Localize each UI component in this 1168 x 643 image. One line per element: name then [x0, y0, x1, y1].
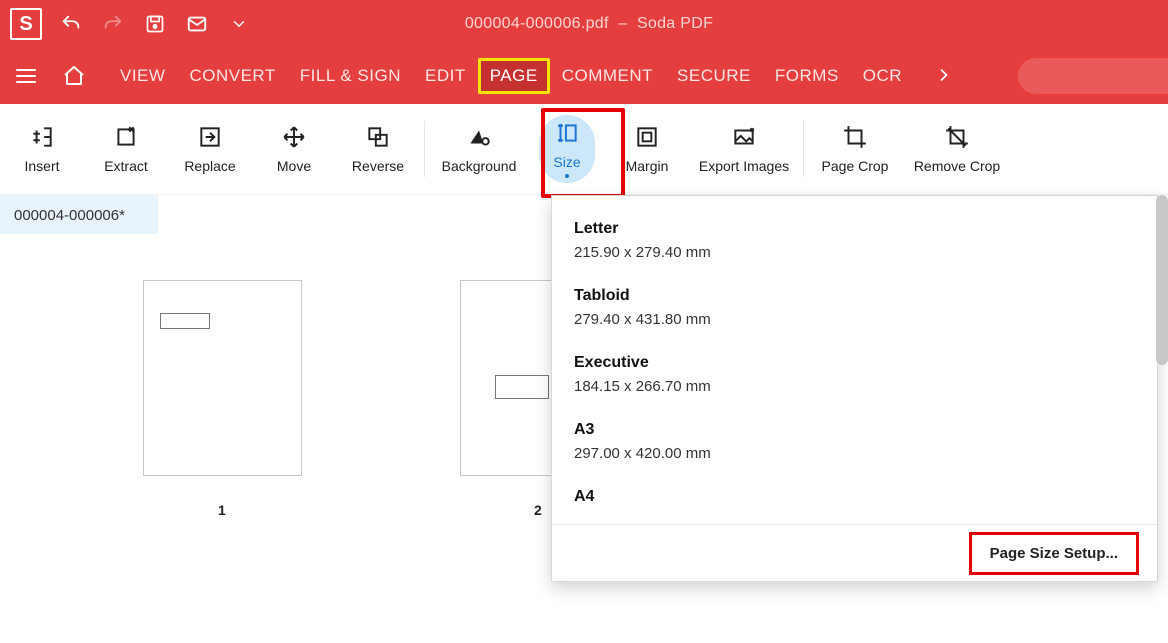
size-option-name: Tabloid: [574, 287, 1135, 305]
tab-convert[interactable]: CONVERT: [177, 58, 287, 94]
size-dropdown-footer: Page Size Setup...: [552, 524, 1157, 581]
tab-forms[interactable]: FORMS: [763, 58, 851, 94]
size-option-executive[interactable]: Executive 184.15 x 266.70 mm: [552, 342, 1157, 409]
tool-label: Export Images: [699, 158, 789, 174]
undo-icon[interactable]: [60, 13, 82, 35]
tool-label: Extract: [104, 158, 148, 174]
tool-extract[interactable]: Extract: [84, 109, 168, 189]
title-filename: 000004-000006.pdf: [465, 15, 609, 32]
tab-comment[interactable]: COMMENT: [550, 58, 665, 94]
dropdown-indicator-icon: [565, 174, 569, 178]
quick-access-toolbar: [60, 13, 250, 35]
size-options-list: Letter 215.90 x 279.40 mm Tabloid 279.40…: [552, 196, 1157, 524]
main-menu-bar: VIEW CONVERT FILL & SIGN EDIT PAGE COMME…: [0, 48, 1168, 104]
tool-label: Page Crop: [822, 158, 889, 174]
redo-icon[interactable]: [102, 13, 124, 35]
tool-export-images[interactable]: Export Images: [689, 109, 799, 189]
remove-crop-icon: [944, 124, 970, 150]
background-icon: [466, 124, 492, 150]
size-option-name: A4: [574, 488, 1135, 506]
tool-label: Size: [553, 154, 580, 170]
size-option-name: A3: [574, 421, 1135, 439]
tool-reverse[interactable]: Reverse: [336, 109, 420, 189]
save-icon[interactable]: [144, 13, 166, 35]
reverse-icon: [365, 124, 391, 150]
tool-label: Replace: [184, 158, 235, 174]
tab-edit[interactable]: EDIT: [413, 58, 478, 94]
page-number-label: 1: [218, 502, 226, 518]
extract-icon: [113, 124, 139, 150]
tab-page[interactable]: PAGE: [478, 58, 550, 94]
size-option-dims: 297.00 x 420.00 mm: [574, 445, 1135, 462]
tool-remove-crop[interactable]: Remove Crop: [902, 109, 1012, 189]
hamburger-icon[interactable]: [12, 62, 40, 90]
page-content-placeholder: [160, 313, 210, 329]
document-tab[interactable]: 000004-000006*: [0, 195, 158, 235]
window-title: 000004-000006.pdf – Soda PDF: [250, 15, 928, 33]
tool-move[interactable]: Move: [252, 109, 336, 189]
page-toolbar: Insert Extract Replace Move Reverse Back…: [0, 104, 1168, 195]
size-option-dims: 215.90 x 279.40 mm: [574, 244, 1135, 261]
page-number-label: 2: [534, 502, 542, 518]
size-option-dims: 184.15 x 266.70 mm: [574, 378, 1135, 395]
toolbar-separator: [424, 121, 425, 177]
export-images-icon: [731, 124, 757, 150]
vertical-scrollbar[interactable]: [1156, 195, 1168, 365]
tool-page-crop[interactable]: Page Crop: [808, 109, 902, 189]
tool-label: Reverse: [352, 158, 404, 174]
size-option-name: Letter: [574, 220, 1135, 238]
tool-label: Remove Crop: [914, 158, 1000, 174]
size-option-tabloid[interactable]: Tabloid 279.40 x 431.80 mm: [552, 275, 1157, 342]
tool-label: Margin: [626, 158, 669, 174]
tab-fill-sign[interactable]: FILL & SIGN: [288, 58, 413, 94]
size-option-a4[interactable]: A4: [552, 476, 1157, 506]
tabs-overflow-icon[interactable]: [934, 65, 954, 88]
tool-background[interactable]: Background: [429, 109, 529, 189]
tool-replace[interactable]: Replace: [168, 109, 252, 189]
move-icon: [281, 124, 307, 150]
size-option-dims: 279.40 x 431.80 mm: [574, 311, 1135, 328]
tool-label: Insert: [24, 158, 59, 174]
home-icon[interactable]: [60, 62, 88, 90]
chevron-down-icon[interactable]: [228, 13, 250, 35]
tool-label: Move: [277, 158, 311, 174]
size-option-name: Executive: [574, 354, 1135, 372]
size-option-letter[interactable]: Letter 215.90 x 279.40 mm: [552, 208, 1157, 275]
title-appname: Soda PDF: [637, 15, 713, 32]
tool-label: Background: [442, 158, 517, 174]
page-size-setup-button[interactable]: Page Size Setup...: [969, 532, 1139, 575]
page-content-placeholder: [495, 375, 549, 399]
tab-secure[interactable]: SECURE: [665, 58, 763, 94]
app-logo: S: [10, 8, 42, 40]
page-crop-icon: [842, 124, 868, 150]
tool-size[interactable]: Size: [529, 109, 605, 189]
size-option-a3[interactable]: A3 297.00 x 420.00 mm: [552, 409, 1157, 476]
size-dropdown: Letter 215.90 x 279.40 mm Tabloid 279.40…: [551, 195, 1158, 582]
tool-margin[interactable]: Margin: [605, 109, 689, 189]
tab-ocr[interactable]: OCR: [851, 58, 914, 94]
search-area[interactable]: [1018, 58, 1168, 94]
replace-icon: [197, 124, 223, 150]
size-icon: [554, 120, 580, 146]
tab-view[interactable]: VIEW: [108, 58, 177, 94]
page-thumbnail[interactable]: [143, 280, 302, 476]
tool-insert[interactable]: Insert: [0, 109, 84, 189]
title-bar: S 000004-000006.pdf – Soda PDF: [0, 0, 1168, 48]
margin-icon: [634, 124, 660, 150]
main-tabs: VIEW CONVERT FILL & SIGN EDIT PAGE COMME…: [108, 58, 914, 94]
toolbar-separator: [803, 121, 804, 177]
insert-icon: [29, 124, 55, 150]
mail-icon[interactable]: [186, 13, 208, 35]
